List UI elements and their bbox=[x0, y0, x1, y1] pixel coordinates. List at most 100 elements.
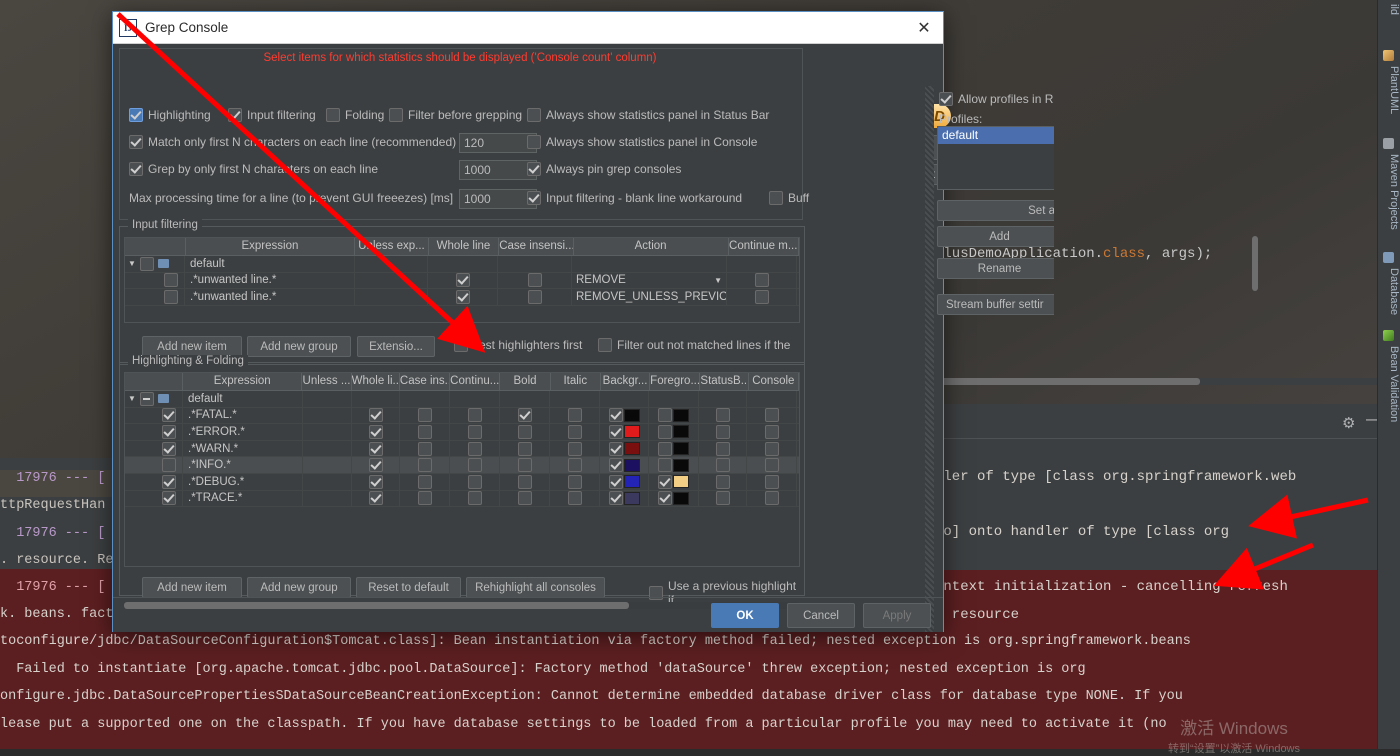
row-continue-checkbox[interactable] bbox=[467, 458, 482, 473]
col-console[interactable]: Console bbox=[749, 373, 799, 390]
row-enabled-checkbox[interactable] bbox=[164, 273, 178, 288]
row-bold-checkbox[interactable] bbox=[517, 474, 532, 489]
checkbox-match-first-n[interactable]: Match only first N characters on each li… bbox=[129, 135, 456, 149]
row-statusbar-checkbox[interactable] bbox=[715, 491, 730, 506]
row-italic-checkbox[interactable] bbox=[567, 491, 582, 506]
editor-vertical-scrollbar[interactable] bbox=[1252, 236, 1258, 291]
row-background-checkbox[interactable] bbox=[608, 458, 623, 473]
row-background-swatch[interactable] bbox=[623, 458, 640, 472]
row-foreground-swatch[interactable] bbox=[673, 458, 689, 472]
table-row[interactable]: .*FATAL.* bbox=[125, 407, 799, 425]
cancel-button[interactable]: Cancel bbox=[787, 603, 855, 628]
col-expression[interactable]: Expression bbox=[183, 373, 303, 390]
checkbox-grep-first-n[interactable]: Grep by only first N characters on each … bbox=[129, 162, 378, 176]
table-row[interactable]: .*unwanted line.* REMOVE_UNLESS_PREVIO..… bbox=[125, 289, 799, 306]
row-whole-line-checkbox[interactable] bbox=[368, 491, 383, 506]
col-continue[interactable]: Continue m... bbox=[729, 238, 799, 255]
row-expression[interactable]: .*DEBUG.* bbox=[183, 473, 303, 490]
stream-buffer-settings-button[interactable]: Stream buffer settir bbox=[937, 294, 1054, 315]
checkbox-folding[interactable]: Folding bbox=[326, 108, 384, 122]
row-background-checkbox[interactable] bbox=[608, 441, 623, 456]
col-case-insensitive[interactable]: Case insensi... bbox=[499, 238, 574, 255]
table-row[interactable]: .*unwanted line.* REMOVE ▼ bbox=[125, 272, 799, 290]
row-bold-checkbox[interactable] bbox=[517, 408, 532, 423]
row-continue-checkbox[interactable] bbox=[754, 289, 769, 304]
table-row[interactable]: .*WARN.* bbox=[125, 440, 799, 458]
expand-arrow-icon[interactable]: ▼ bbox=[128, 394, 136, 403]
hl-add-new-item-button[interactable]: Add new item bbox=[142, 577, 242, 598]
row-expression[interactable]: .*WARN.* bbox=[183, 440, 303, 457]
row-enabled-checkbox[interactable] bbox=[162, 491, 176, 506]
row-console-checkbox[interactable] bbox=[764, 441, 779, 456]
checkbox-stats-status-bar[interactable]: Always show statistics panel in Status B… bbox=[527, 108, 769, 122]
row-bold-checkbox[interactable] bbox=[517, 424, 532, 439]
pane-splitter[interactable] bbox=[925, 86, 934, 632]
col-unless[interactable]: Unless exp... bbox=[355, 238, 429, 255]
row-continue-checkbox[interactable] bbox=[467, 441, 482, 456]
col-italic[interactable]: Italic bbox=[551, 373, 601, 390]
row-enabled-checkbox[interactable] bbox=[162, 458, 176, 473]
row-background-swatch[interactable] bbox=[623, 475, 640, 489]
if-add-new-item-button[interactable]: Add new item bbox=[142, 336, 242, 357]
row-foreground-checkbox[interactable] bbox=[658, 408, 672, 423]
row-enabled-checkbox[interactable] bbox=[164, 289, 178, 304]
table-row[interactable]: .*DEBUG.* bbox=[125, 473, 799, 491]
hl-rehighlight-all-consoles-button[interactable]: Rehighlight all consoles bbox=[466, 577, 605, 598]
row-statusbar-checkbox[interactable] bbox=[715, 408, 730, 423]
dialog-title-bar[interactable]: IJ Grep Console ✕ bbox=[113, 12, 943, 44]
table-row[interactable]: .*TRACE.* bbox=[125, 490, 799, 508]
row-statusbar-checkbox[interactable] bbox=[715, 424, 730, 439]
col-enabled[interactable] bbox=[125, 238, 186, 255]
row-bold-checkbox[interactable] bbox=[517, 458, 532, 473]
sidebar-item-plantuml[interactable]: PlantUML bbox=[1378, 64, 1400, 116]
row-foreground-swatch[interactable] bbox=[673, 425, 689, 439]
close-icon[interactable]: ✕ bbox=[911, 16, 937, 40]
row-enabled-checkbox[interactable] bbox=[162, 408, 176, 423]
row-expression[interactable]: .*unwanted line.* bbox=[185, 272, 355, 289]
row-background-swatch[interactable] bbox=[623, 408, 640, 422]
row-case-insensitive-checkbox[interactable] bbox=[527, 273, 542, 288]
row-background-swatch[interactable] bbox=[623, 425, 640, 439]
row-case-insensitive-checkbox[interactable] bbox=[417, 441, 432, 456]
grep-first-n-input[interactable] bbox=[459, 160, 537, 180]
col-whole-line[interactable]: Whole line bbox=[429, 238, 500, 255]
row-console-checkbox[interactable] bbox=[764, 424, 779, 439]
col-foreground[interactable]: Foregro... bbox=[650, 373, 701, 390]
row-italic-checkbox[interactable] bbox=[567, 441, 582, 456]
row-expression[interactable]: .*TRACE.* bbox=[183, 490, 303, 507]
hl-add-new-group-button[interactable]: Add new group bbox=[247, 577, 351, 598]
row-statusbar-checkbox[interactable] bbox=[715, 474, 730, 489]
row-action-dropdown[interactable]: REMOVE ▼ bbox=[572, 274, 726, 286]
row-background-swatch[interactable] bbox=[623, 491, 640, 505]
row-statusbar-checkbox[interactable] bbox=[715, 441, 730, 456]
row-whole-line-checkbox[interactable] bbox=[368, 458, 383, 473]
row-bold-checkbox[interactable] bbox=[517, 441, 532, 456]
ok-button[interactable]: OK bbox=[711, 603, 779, 628]
row-foreground-checkbox[interactable] bbox=[658, 474, 672, 489]
col-unless[interactable]: Unless ... bbox=[302, 373, 352, 390]
checkbox-input-filtering[interactable]: Input filtering bbox=[228, 108, 316, 122]
checkbox-highlighting[interactable]: Highlighting bbox=[129, 108, 211, 122]
row-continue-checkbox[interactable] bbox=[467, 424, 482, 439]
row-whole-line-checkbox[interactable] bbox=[455, 289, 470, 304]
row-foreground-checkbox[interactable] bbox=[658, 491, 672, 506]
group-checkbox[interactable] bbox=[139, 391, 154, 406]
col-bold[interactable]: Bold bbox=[500, 373, 551, 390]
add-profile-button[interactable]: Add bbox=[937, 226, 1054, 247]
row-background-swatch[interactable] bbox=[623, 442, 640, 456]
row-background-checkbox[interactable] bbox=[608, 474, 623, 489]
row-enabled-checkbox[interactable] bbox=[162, 474, 176, 489]
row-enabled-checkbox[interactable] bbox=[162, 441, 176, 456]
col-enabled[interactable] bbox=[125, 373, 184, 390]
row-background-checkbox[interactable] bbox=[608, 424, 623, 439]
row-background-checkbox[interactable] bbox=[608, 408, 623, 423]
profiles-list[interactable]: default bbox=[937, 126, 1054, 190]
row-console-checkbox[interactable] bbox=[764, 408, 779, 423]
row-italic-checkbox[interactable] bbox=[567, 458, 582, 473]
max-processing-time-input[interactable] bbox=[459, 189, 537, 209]
checkbox-blank-line-workaround[interactable]: Input filtering - blank line workaround bbox=[527, 191, 742, 205]
row-console-checkbox[interactable] bbox=[764, 474, 779, 489]
row-continue-checkbox[interactable] bbox=[754, 273, 769, 288]
row-case-insensitive-checkbox[interactable] bbox=[417, 491, 432, 506]
row-foreground-checkbox[interactable] bbox=[658, 441, 672, 456]
